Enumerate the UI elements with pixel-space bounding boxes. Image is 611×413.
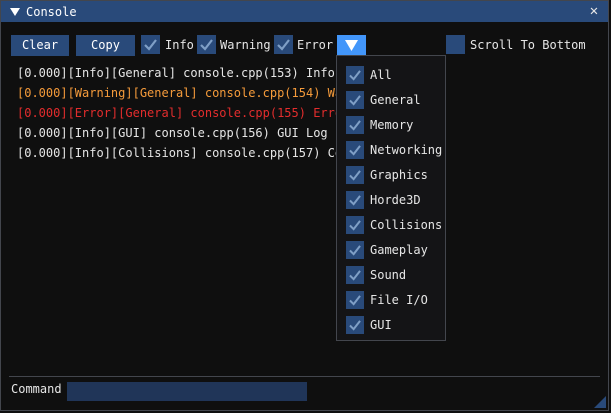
info-checkbox[interactable] <box>141 35 160 54</box>
category-label: All <box>370 68 392 82</box>
category-checkbox[interactable] <box>346 141 364 159</box>
checkmark-icon <box>349 269 361 281</box>
command-separator <box>9 376 600 377</box>
checkmark-icon <box>349 144 361 156</box>
category-checkbox[interactable] <box>346 291 364 309</box>
category-item-general[interactable]: General <box>346 91 441 111</box>
category-label: Graphics <box>370 168 428 182</box>
category-item-memory[interactable]: Memory <box>346 116 441 136</box>
checkmark-icon <box>349 69 361 81</box>
close-button[interactable]: ✕ <box>586 3 602 19</box>
category-item-graphics[interactable]: Graphics <box>346 166 441 186</box>
checkmark-icon <box>349 194 361 206</box>
copy-button[interactable]: Copy <box>76 35 135 56</box>
checkmark-icon <box>349 244 361 256</box>
category-item-gui[interactable]: GUI <box>346 316 441 336</box>
clear-button[interactable]: Clear <box>11 35 69 56</box>
category-checkbox[interactable] <box>346 116 364 134</box>
category-label: General <box>370 93 421 107</box>
category-checkbox[interactable] <box>346 66 364 84</box>
category-label: Gameplay <box>370 243 428 257</box>
error-checkbox[interactable] <box>274 35 293 54</box>
window-title: Console <box>26 4 77 19</box>
category-checkbox[interactable] <box>346 191 364 209</box>
command-input[interactable] <box>67 382 307 401</box>
scroll-to-bottom-label: Scroll To Bottom <box>470 38 586 52</box>
log-line: [0.000][Error][General] console.cpp(155)… <box>17 106 347 120</box>
log-line: [0.000][Info][General] console.cpp(153) … <box>17 66 335 80</box>
category-checkbox[interactable] <box>346 166 364 184</box>
resize-grip-icon[interactable] <box>594 396 606 408</box>
checkmark-icon <box>144 38 157 51</box>
category-item-sound[interactable]: Sound <box>346 266 441 286</box>
log-line: [0.000][Info][GUI] console.cpp(156) GUI … <box>17 126 328 140</box>
console-window: Console ✕ Clear Copy Info Warning Error … <box>0 0 609 411</box>
warning-label: Warning <box>220 38 271 52</box>
log-line: [0.000][Info][Collisions] console.cpp(15… <box>17 146 347 160</box>
scroll-to-bottom-checkbox[interactable] <box>446 35 465 54</box>
command-label: Command <box>11 382 62 396</box>
category-checkbox[interactable] <box>346 91 364 109</box>
category-item-file-io[interactable]: File I/O <box>346 291 441 311</box>
checkmark-icon <box>349 219 361 231</box>
category-label: File I/O <box>370 293 428 307</box>
toolbar: Clear Copy Info Warning Error Scroll To … <box>11 35 608 57</box>
category-item-all[interactable]: All <box>346 66 441 86</box>
checkmark-icon <box>349 94 361 106</box>
checkmark-icon <box>349 294 361 306</box>
category-checkbox[interactable] <box>346 316 364 334</box>
category-item-collisions[interactable]: Collisions <box>346 216 443 236</box>
log-line: [0.000][Warning][General] console.cpp(15… <box>17 86 347 100</box>
checkmark-icon <box>277 38 290 51</box>
collapse-arrow-icon[interactable] <box>10 7 20 17</box>
log-area[interactable]: [0.000][Info][General] console.cpp(153) … <box>17 65 347 165</box>
checkmark-icon <box>349 319 361 331</box>
category-label: Collisions <box>370 218 443 232</box>
warning-checkbox[interactable] <box>197 35 216 54</box>
category-filter-popup: All General Memory Networking Graphics H… <box>336 55 446 341</box>
title-bar[interactable]: Console ✕ <box>1 1 608 22</box>
category-label: Sound <box>370 268 407 282</box>
category-checkbox[interactable] <box>346 241 364 259</box>
info-label: Info <box>165 38 194 52</box>
triangle-down-icon <box>345 40 358 51</box>
category-label: Memory <box>370 118 414 132</box>
category-label: Networking <box>370 143 443 157</box>
category-label: GUI <box>370 318 392 332</box>
checkmark-icon <box>200 38 213 51</box>
category-item-gameplay[interactable]: Gameplay <box>346 241 441 261</box>
category-item-horde3d[interactable]: Horde3D <box>346 191 441 211</box>
checkmark-icon <box>349 169 361 181</box>
checkmark-icon <box>349 119 361 131</box>
category-label: Horde3D <box>370 193 421 207</box>
category-item-networking[interactable]: Networking <box>346 141 443 161</box>
category-filter-dropdown-button[interactable] <box>337 35 366 56</box>
category-checkbox[interactable] <box>346 216 364 234</box>
error-label: Error <box>297 38 334 52</box>
category-checkbox[interactable] <box>346 266 364 284</box>
